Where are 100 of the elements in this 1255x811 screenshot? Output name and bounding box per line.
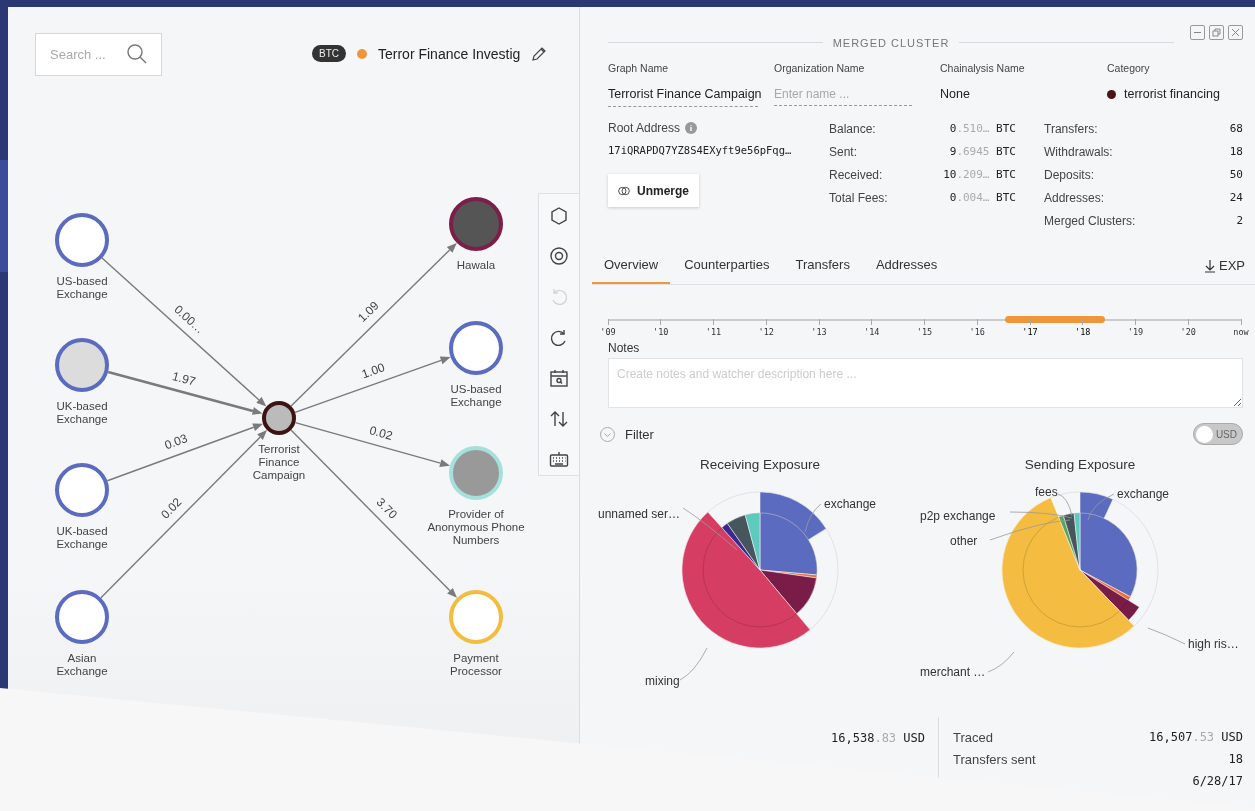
chart-label: p2p exchange bbox=[920, 509, 996, 523]
edge-label: 3.70 bbox=[373, 495, 400, 522]
stat-value: 10.209… BTC bbox=[943, 168, 1016, 181]
node-label: Terrorist Finance Campaign bbox=[251, 443, 307, 482]
minimize-button[interactable] bbox=[1190, 25, 1205, 40]
timeline-label: '10 bbox=[653, 327, 669, 337]
timeline-label: '09 bbox=[600, 327, 616, 337]
close-icon bbox=[1231, 28, 1240, 37]
tab[interactable]: Overview bbox=[592, 257, 671, 284]
edge-label: 1.97 bbox=[170, 369, 197, 389]
stat-value: 16,538.83 USD bbox=[831, 731, 925, 747]
filter-label: Filter bbox=[625, 426, 654, 442]
edge-label: 1.09 bbox=[355, 298, 382, 325]
keyboard-icon bbox=[549, 449, 569, 470]
tab[interactable]: Transfers bbox=[783, 257, 862, 284]
stat-value: 0.510… BTC bbox=[949, 122, 1016, 135]
node-circle[interactable] bbox=[449, 197, 503, 251]
timeline-label: '18 bbox=[1075, 327, 1091, 337]
calendar-search-icon bbox=[549, 368, 569, 389]
edge-label: 0.03 bbox=[162, 431, 190, 453]
panel-title: MERGED CLUSTER bbox=[832, 36, 950, 49]
stat-value: 18 bbox=[1229, 145, 1243, 158]
node-label: UK-based Exchange bbox=[55, 400, 109, 426]
node-label: Payment Processor bbox=[449, 652, 503, 678]
timeline-label: '20 bbox=[1180, 327, 1196, 337]
stat-label: Transfers: bbox=[1044, 121, 1098, 136]
stat-label: Merged Clusters: bbox=[1044, 213, 1136, 228]
tab[interactable]: Addresses bbox=[863, 257, 950, 284]
close-button[interactable] bbox=[1228, 25, 1243, 40]
chart-title: Sending Exposure bbox=[1024, 457, 1136, 472]
timeline-label: '12 bbox=[758, 327, 774, 337]
organization-name-input[interactable]: Enter name ... bbox=[774, 85, 912, 106]
usd-toggle[interactable]: USD bbox=[1193, 423, 1243, 445]
chart-title: Receiving Exposure bbox=[699, 457, 821, 472]
stat-value: 9.6945 BTC bbox=[949, 145, 1016, 158]
hexagon-icon bbox=[549, 205, 569, 226]
leader-line bbox=[679, 647, 708, 681]
restore-icon bbox=[1212, 28, 1221, 37]
download-icon bbox=[1204, 258, 1216, 273]
node-circle[interactable] bbox=[55, 590, 109, 644]
stat-label: Deposits: bbox=[1044, 167, 1095, 182]
unmerge-button[interactable]: Unmerge bbox=[608, 174, 699, 207]
field-label: Organization Name bbox=[774, 62, 866, 74]
node-circle[interactable] bbox=[262, 401, 296, 435]
timeline-label: '19 bbox=[1127, 327, 1144, 337]
chart-label: exchange bbox=[824, 497, 877, 511]
root-address-label: Root Address bbox=[608, 121, 681, 135]
stat-value: 50 bbox=[1229, 168, 1243, 181]
stat-value: 24 bbox=[1229, 191, 1243, 204]
pencil-icon[interactable] bbox=[531, 45, 548, 62]
chart-label: exchange bbox=[1117, 487, 1170, 501]
restore-button[interactable] bbox=[1209, 25, 1224, 40]
stat-label: Sent: bbox=[829, 144, 858, 159]
timeline-label: '17 bbox=[1022, 327, 1038, 337]
stat-value: 18 bbox=[1228, 752, 1243, 766]
target-icon bbox=[549, 246, 569, 267]
timeline-label: now bbox=[1233, 327, 1249, 337]
chart-label: fees bbox=[1035, 485, 1058, 499]
chart-label: high ris… bbox=[1188, 637, 1239, 651]
stat-label: Balance: bbox=[829, 121, 876, 136]
stat-value: 68 bbox=[1229, 122, 1243, 135]
timeline-label: '11 bbox=[705, 327, 722, 337]
chart-label: merchant … bbox=[920, 665, 986, 679]
node-circle[interactable] bbox=[55, 213, 109, 267]
leader-line bbox=[804, 503, 822, 533]
stat-label: Traced bbox=[953, 729, 993, 745]
node-circle[interactable] bbox=[55, 463, 109, 517]
chart-label: other bbox=[950, 534, 978, 548]
leader-line bbox=[987, 651, 1015, 673]
currency-badge: BTC bbox=[312, 45, 346, 62]
node-circle[interactable] bbox=[55, 338, 109, 392]
field-label: Graph Name bbox=[608, 62, 670, 74]
leader-line bbox=[1147, 627, 1186, 645]
node-circle[interactable] bbox=[449, 321, 503, 375]
node-label: Provider of Anonymous Phone Numbers bbox=[426, 508, 526, 547]
tab[interactable]: Counterparties bbox=[672, 257, 782, 284]
stat-value: 0.004… BTC bbox=[949, 191, 1016, 204]
timeline-label: '15 bbox=[916, 327, 933, 337]
edge-label: 0.02 bbox=[158, 495, 185, 522]
info-icon bbox=[685, 122, 698, 134]
notes-label: Notes bbox=[608, 341, 641, 355]
node-label: Asian Exchange bbox=[55, 652, 109, 678]
graph-title: Terror Finance Investig bbox=[378, 45, 521, 62]
status-dot bbox=[357, 48, 367, 59]
node-label: UK-based Exchange bbox=[55, 525, 109, 551]
root-address: 17iQRAPDQ7YZ8S4EXyft9e56pFqg… bbox=[608, 144, 793, 156]
search-field[interactable]: Search ... bbox=[35, 33, 162, 76]
field-label: Category bbox=[1107, 62, 1151, 74]
node-label: Hawala bbox=[455, 259, 497, 272]
edge-label: 1.00 bbox=[359, 360, 387, 382]
chart-label: mixing bbox=[645, 674, 680, 688]
stat-label: Addresses: bbox=[1044, 190, 1105, 205]
category-value: terrorist financing bbox=[1124, 87, 1220, 101]
chart-label: unnamed ser… bbox=[598, 507, 681, 521]
stat-label: Total Fees: bbox=[829, 190, 888, 205]
node-label: US-based Exchange bbox=[55, 275, 109, 301]
stat-value: 6/28/17 bbox=[1192, 774, 1243, 788]
leader-line bbox=[1087, 493, 1115, 521]
edge-label: 0.02 bbox=[367, 423, 395, 443]
export-link[interactable]: EXP bbox=[1194, 258, 1255, 284]
